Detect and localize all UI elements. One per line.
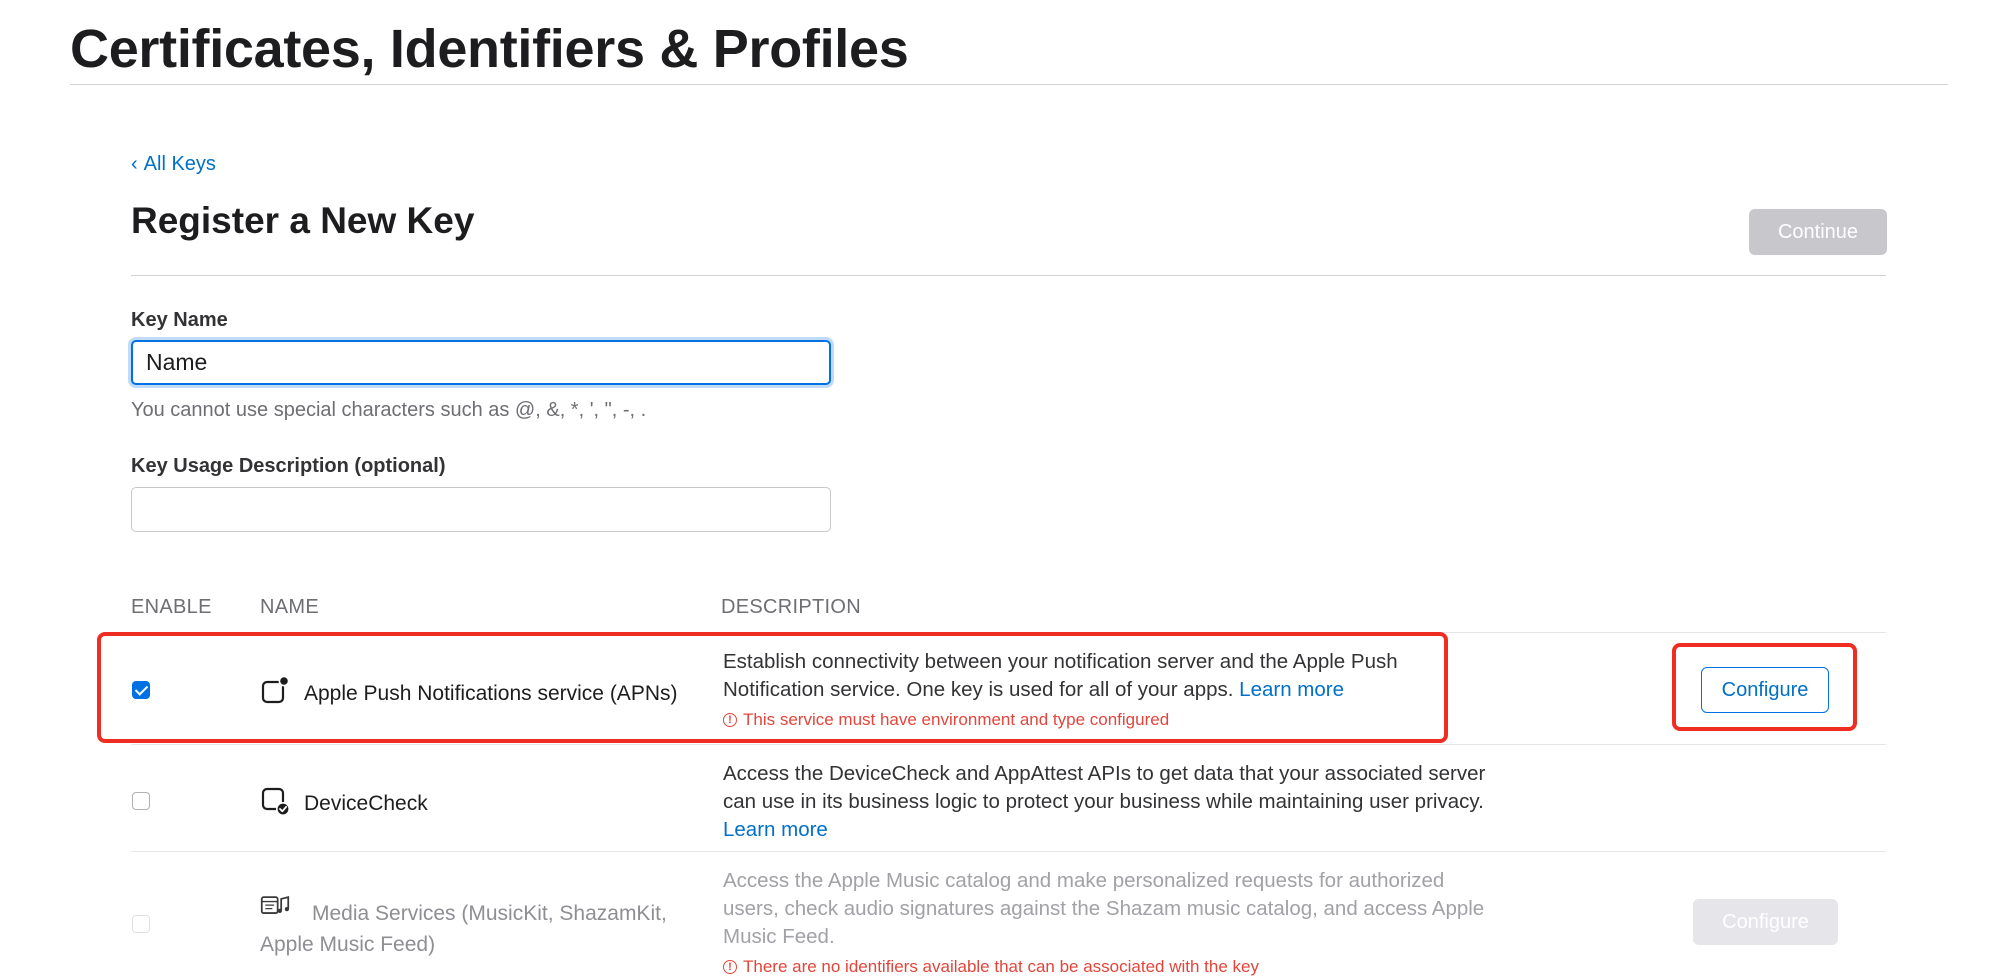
apns-warning: ! This service must have environment and… <box>723 710 1169 730</box>
page-title: Certificates, Identifiers & Profiles <box>70 19 909 79</box>
section-divider <box>131 275 1886 276</box>
service-description-apns: Establish connectivity between your noti… <box>723 648 1503 704</box>
warning-icon: ! <box>723 960 737 974</box>
push-notification-icon <box>261 676 290 704</box>
warning-icon: ! <box>723 713 737 727</box>
table-divider <box>131 632 1886 633</box>
key-name-hint: You cannot use special characters such a… <box>131 399 647 421</box>
column-header-description: DESCRIPTION <box>721 596 861 618</box>
chevron-left-icon: ‹ <box>131 153 138 175</box>
service-description-media-services: Access the Apple Music catalog and make … <box>723 869 1485 948</box>
learn-more-link[interactable]: Learn more <box>1239 678 1344 701</box>
back-to-all-keys-link[interactable]: ‹ All Keys <box>131 153 216 176</box>
table-row-divider <box>131 851 1886 852</box>
configure-media-services-button[interactable]: Configure <box>1693 899 1838 945</box>
column-header-name: NAME <box>260 596 319 618</box>
configure-apns-button[interactable]: Configure <box>1701 667 1829 713</box>
enable-media-services-checkbox[interactable] <box>132 915 150 933</box>
key-usage-description-input[interactable] <box>131 487 831 532</box>
enable-devicecheck-checkbox[interactable] <box>132 792 150 810</box>
service-description-devicecheck: Access the DeviceCheck and AppAttest API… <box>723 760 1503 844</box>
apns-warning-text: This service must have environment and t… <box>743 710 1170 729</box>
media-services-warning: ! There are no identifiers available tha… <box>723 957 1259 977</box>
service-name-devicecheck: DeviceCheck <box>304 792 428 815</box>
learn-more-link[interactable]: Learn more <box>723 818 828 841</box>
table-row-divider <box>131 744 1886 745</box>
media-services-warning-text: There are no identifiers available that … <box>743 957 1259 976</box>
service-name-apns: Apple Push Notifications service (APNs) <box>304 682 678 705</box>
column-header-enable: ENABLE <box>131 596 212 618</box>
key-name-label: Key Name <box>131 309 228 331</box>
key-usage-description-label: Key Usage Description (optional) <box>131 455 446 477</box>
key-name-input[interactable] <box>131 340 831 385</box>
section-title: Register a New Key <box>131 200 475 241</box>
back-link-label: All Keys <box>143 153 216 175</box>
device-check-icon <box>261 787 290 816</box>
service-name-media-services: Media Services (MusicKit, ShazamKit, App… <box>260 902 667 956</box>
continue-button[interactable]: Continue <box>1749 209 1887 255</box>
enable-apns-checkbox[interactable] <box>132 681 150 699</box>
service-description-text: Access the DeviceCheck and AppAttest API… <box>723 762 1486 813</box>
header-divider <box>70 84 1948 85</box>
